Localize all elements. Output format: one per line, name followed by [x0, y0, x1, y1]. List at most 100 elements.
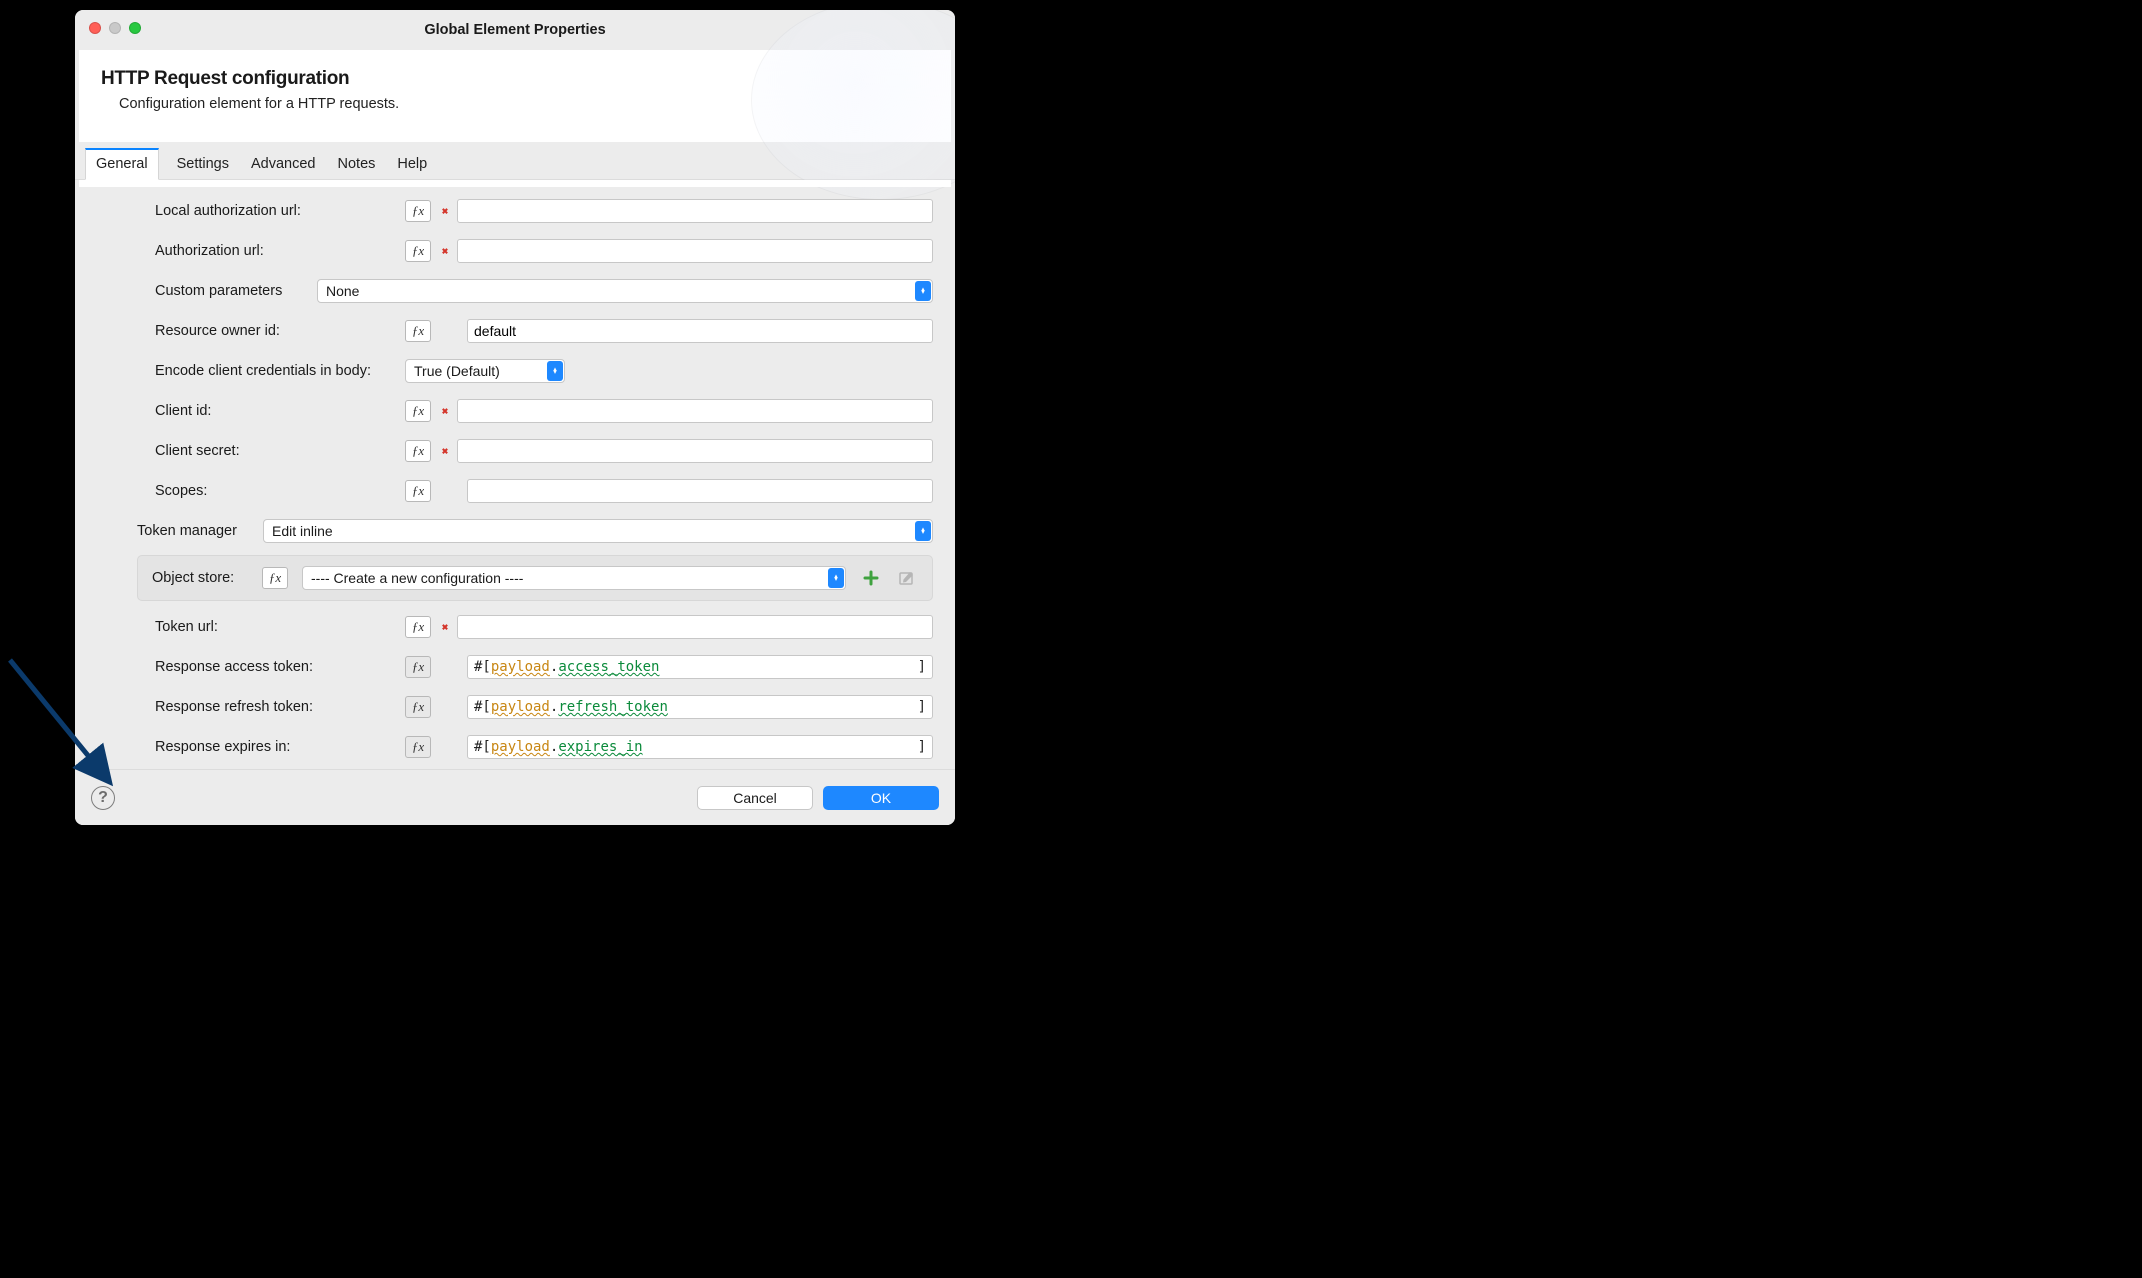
row-token-manager: Token manager Edit inline	[97, 513, 933, 549]
tab-notes[interactable]: Notes	[334, 150, 380, 179]
row-scopes: Scopes: ƒx	[97, 473, 933, 509]
dialog-window: Global Element Properties HTTP Request c…	[75, 10, 955, 825]
label-scopes: Scopes:	[155, 483, 395, 499]
fx-button[interactable]: ƒx	[405, 696, 431, 718]
expr-close: ]	[918, 699, 926, 715]
ok-button[interactable]: OK	[823, 786, 939, 810]
chevron-updown-icon	[915, 521, 931, 541]
canvas: Global Element Properties HTTP Request c…	[0, 0, 2142, 1278]
label-custom-parameters: Custom parameters	[155, 283, 307, 299]
label-token-manager: Token manager	[137, 523, 253, 539]
fx-button[interactable]: ƒx	[405, 320, 431, 342]
tab-general[interactable]: General	[85, 148, 159, 180]
row-custom-parameters: Custom parameters None	[97, 273, 933, 309]
select-value: None	[326, 283, 359, 299]
label-response-refresh-token: Response refresh token:	[155, 699, 395, 715]
input-client-secret[interactable]	[457, 439, 933, 463]
scroll-cutoff	[79, 180, 951, 187]
label-response-access-token: Response access token:	[155, 659, 395, 675]
row-response-access-token: Response access token: ƒx #[ payload . a…	[97, 649, 933, 685]
label-object-store: Object store:	[152, 570, 248, 586]
expr-prefix: #[	[474, 659, 491, 675]
expr-dot: .	[550, 739, 558, 755]
error-icon	[439, 445, 451, 457]
input-local-authorization-url[interactable]	[457, 199, 933, 223]
fx-button[interactable]: ƒx	[405, 736, 431, 758]
row-client-id: Client id: ƒx	[97, 393, 933, 429]
input-resource-owner-id[interactable]	[467, 319, 933, 343]
expr-close: ]	[918, 659, 926, 675]
error-icon	[439, 621, 451, 633]
input-response-access-token[interactable]: #[ payload . access_token ]	[467, 655, 933, 679]
fx-button[interactable]: ƒx	[405, 656, 431, 678]
label-authorization-url: Authorization url:	[155, 243, 395, 259]
input-authorization-url[interactable]	[457, 239, 933, 263]
zoom-window-button[interactable]	[129, 22, 141, 34]
expr-prefix: #[	[474, 699, 491, 715]
expr-payload: payload	[491, 699, 550, 715]
select-token-manager[interactable]: Edit inline	[263, 519, 933, 543]
error-icon	[439, 405, 451, 417]
expr-dot: .	[550, 659, 558, 675]
row-token-url: Token url: ƒx	[97, 609, 933, 645]
fx-button[interactable]: ƒx	[405, 200, 431, 222]
label-token-url: Token url:	[155, 619, 395, 635]
row-encode-client-credentials: Encode client credentials in body: True …	[97, 353, 933, 389]
window-traffic-lights	[89, 22, 141, 34]
input-response-refresh-token[interactable]: #[ payload . refresh_token ]	[467, 695, 933, 719]
fx-button[interactable]: ƒx	[262, 567, 288, 589]
label-client-secret: Client secret:	[155, 443, 395, 459]
label-resource-owner-id: Resource owner id:	[155, 323, 395, 339]
expr-payload: payload	[491, 739, 550, 755]
form-scroll[interactable]: Local authorization url: ƒx Authorizatio…	[79, 180, 951, 769]
label-local-authorization-url: Local authorization url:	[155, 203, 395, 219]
fx-button[interactable]: ƒx	[405, 616, 431, 638]
header-panel: HTTP Request configuration Configuration…	[79, 50, 951, 142]
chevron-updown-icon	[828, 568, 844, 588]
row-local-authorization-url: Local authorization url: ƒx	[97, 193, 933, 229]
row-client-secret: Client secret: ƒx	[97, 433, 933, 469]
close-window-button[interactable]	[89, 22, 101, 34]
cancel-button[interactable]: Cancel	[697, 786, 813, 810]
minimize-window-button[interactable]	[109, 22, 121, 34]
row-response-expires-in: Response expires in: ƒx #[ payload . exp…	[97, 729, 933, 765]
expr-payload: payload	[491, 659, 550, 675]
tab-help[interactable]: Help	[393, 150, 431, 179]
select-value: True (Default)	[414, 363, 500, 379]
select-encode-client-credentials[interactable]: True (Default)	[405, 359, 565, 383]
window-title: Global Element Properties	[424, 22, 605, 38]
input-client-id[interactable]	[457, 399, 933, 423]
label-client-id: Client id:	[155, 403, 395, 419]
row-response-refresh-token: Response refresh token: ƒx #[ payload . …	[97, 689, 933, 725]
dialog-footer: ? Cancel OK	[75, 769, 955, 825]
select-object-store[interactable]: ---- Create a new configuration ----	[302, 566, 846, 590]
expr-field: expires_in	[558, 739, 642, 755]
expr-field: access_token	[558, 659, 659, 675]
tab-advanced[interactable]: Advanced	[247, 150, 320, 179]
expr-close: ]	[918, 739, 926, 755]
chevron-updown-icon	[547, 361, 563, 381]
select-value: Edit inline	[272, 523, 333, 539]
chevron-updown-icon	[915, 281, 931, 301]
expr-field: refresh_token	[558, 699, 668, 715]
expr-prefix: #[	[474, 739, 491, 755]
label-encode-client-credentials: Encode client credentials in body:	[155, 363, 395, 379]
object-store-panel: Object store: ƒx ---- Create a new confi…	[137, 555, 933, 601]
label-response-expires-in: Response expires in:	[155, 739, 395, 755]
error-icon	[439, 245, 451, 257]
edit-configuration-button[interactable]	[896, 567, 918, 589]
input-token-url[interactable]	[457, 615, 933, 639]
tab-settings[interactable]: Settings	[173, 150, 233, 179]
error-icon	[439, 205, 451, 217]
input-scopes[interactable]	[467, 479, 933, 503]
row-resource-owner-id: Resource owner id: ƒx	[97, 313, 933, 349]
input-response-expires-in[interactable]: #[ payload . expires_in ]	[467, 735, 933, 759]
add-configuration-button[interactable]	[860, 567, 882, 589]
fx-button[interactable]: ƒx	[405, 480, 431, 502]
fx-button[interactable]: ƒx	[405, 400, 431, 422]
fx-button[interactable]: ƒx	[405, 440, 431, 462]
dialog-body: Local authorization url: ƒx Authorizatio…	[75, 180, 955, 769]
select-custom-parameters[interactable]: None	[317, 279, 933, 303]
help-button[interactable]: ?	[91, 786, 115, 810]
fx-button[interactable]: ƒx	[405, 240, 431, 262]
